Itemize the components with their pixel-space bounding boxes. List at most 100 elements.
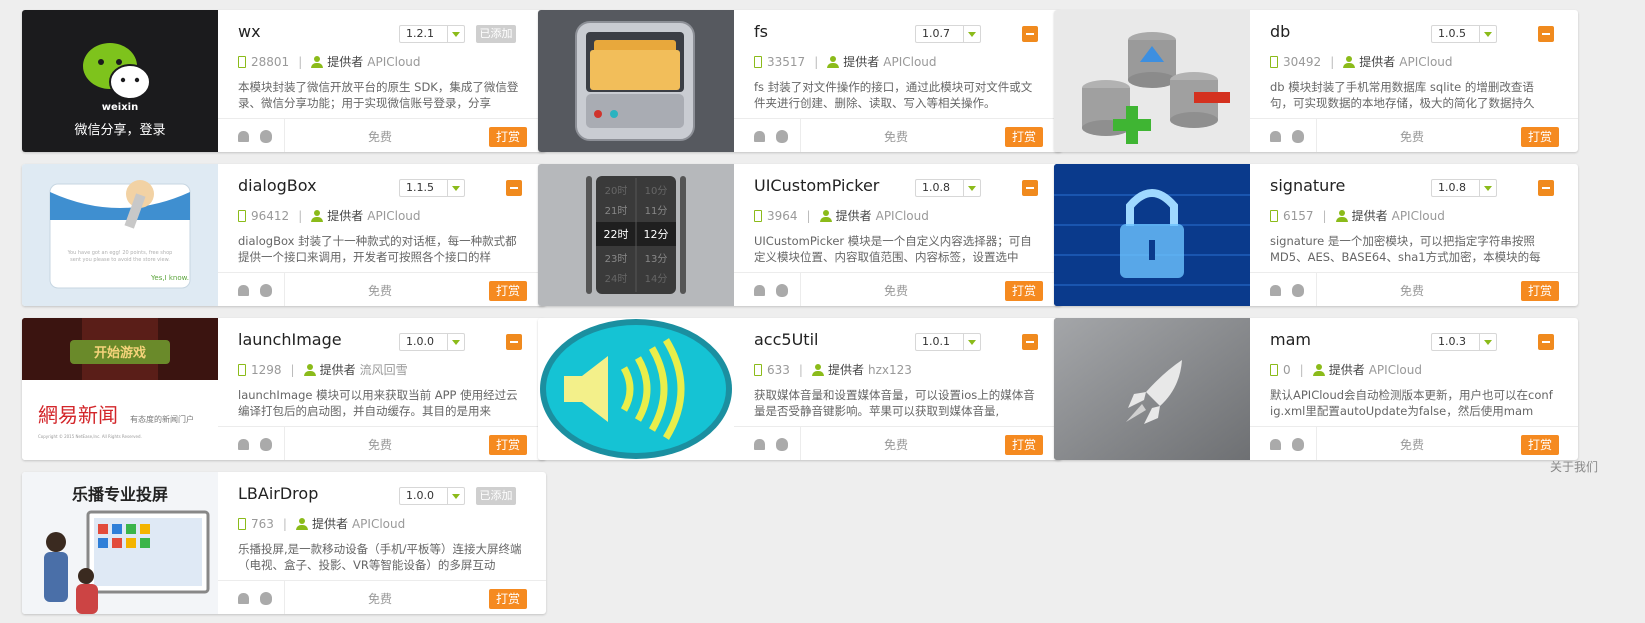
card-footer: 免费 打赏: [218, 272, 546, 306]
module-card[interactable]: weixin 微信分享，登录 wx 1.2.1 已添加 28801 | 提供者 API…: [22, 10, 546, 152]
module-thumbnail[interactable]: [1054, 318, 1250, 460]
download-count: 28801: [251, 54, 290, 69]
module-thumbnail[interactable]: [1054, 164, 1250, 306]
module-card[interactable]: 乐播专业投屏 LBAirDrop 1.0.0 已添加 763 | 提供者 APIClo…: [22, 472, 546, 614]
module-thumbnail[interactable]: 开始游戏 網易新闻 有态度的新闻门户 Copyright © 2015 NetE…: [22, 318, 218, 460]
card-footer: 免费 打赏: [734, 118, 1062, 152]
tip-button[interactable]: 打赏: [1005, 281, 1043, 301]
version-select[interactable]: 1.0.8: [915, 179, 981, 197]
version-select[interactable]: 1.0.8: [1431, 179, 1497, 197]
module-thumbnail[interactable]: 乐播专业投屏: [22, 472, 218, 614]
tip-button[interactable]: 打赏: [1521, 127, 1559, 147]
phone-icon: [1270, 55, 1278, 68]
module-card[interactable]: db 1.0.5 30492 | 提供者 APICloud db 模块封装了手机常用数…: [1054, 10, 1578, 152]
apple-icon: [776, 284, 788, 297]
android-icon: [238, 593, 249, 604]
apple-icon: [1292, 130, 1304, 143]
module-name[interactable]: acc5Util: [754, 330, 818, 349]
module-card[interactable]: 开始游戏 網易新闻 有态度的新闻门户 Copyright © 2015 NetE…: [22, 318, 546, 460]
version-value: 1.0.0: [406, 335, 434, 348]
screen-cast-icon: 乐播专业投屏: [44, 485, 210, 614]
tip-button[interactable]: 打赏: [489, 127, 527, 147]
module-card[interactable]: You have got an egg! 20 points, free sho…: [22, 164, 546, 306]
provider-name: 流风回雪: [359, 363, 408, 377]
tip-button[interactable]: 打赏: [1521, 435, 1559, 455]
module-thumbnail[interactable]: [1054, 10, 1250, 152]
remove-button[interactable]: [1022, 334, 1038, 350]
module-card[interactable]: 20时 10分 21时 11分 22时 12分 23时 13分 24时 14分 …: [538, 164, 1062, 306]
module-card[interactable]: fs 1.0.7 33517 | 提供者 APICloud fs 封装了对文件操作的接…: [538, 10, 1062, 152]
version-select[interactable]: 1.0.3: [1431, 333, 1497, 351]
module-name[interactable]: fs: [754, 22, 768, 41]
module-card[interactable]: mam 1.0.3 0 | 提供者 APICloud 默认APICloud会自动检测版…: [1054, 318, 1578, 460]
version-select[interactable]: 1.0.0: [399, 333, 465, 351]
module-name[interactable]: launchImage: [238, 330, 342, 349]
download-count: 633: [767, 362, 790, 377]
module-name[interactable]: db: [1270, 22, 1290, 41]
provider-name: hzx123: [867, 362, 912, 377]
remove-button[interactable]: [506, 334, 522, 350]
remove-button[interactable]: [1538, 334, 1554, 350]
tip-button[interactable]: 打赏: [1521, 281, 1559, 301]
remove-button[interactable]: [1022, 180, 1038, 196]
user-icon: [811, 363, 824, 376]
tip-button[interactable]: 打赏: [1005, 435, 1043, 455]
picker-value: 22时: [604, 228, 629, 241]
module-name[interactable]: signature: [1270, 176, 1345, 195]
platform-icons: [1250, 427, 1317, 460]
about-us-link[interactable]: 关于我们: [1550, 458, 1598, 475]
picker-value: 10分: [645, 185, 668, 197]
price-label: 免费: [1400, 284, 1425, 298]
price-label: 免费: [368, 438, 393, 452]
module-thumbnail[interactable]: [538, 318, 734, 460]
chevron-down-icon: [447, 26, 464, 42]
module-thumbnail[interactable]: weixin 微信分享，登录: [22, 10, 218, 152]
module-name[interactable]: mam: [1270, 330, 1311, 349]
download-count: 3964: [767, 208, 798, 223]
module-thumbnail[interactable]: [538, 10, 734, 152]
version-value: 1.0.8: [922, 181, 950, 194]
module-stats: 6157 | 提供者 APICloud: [1270, 207, 1445, 224]
tip-button[interactable]: 打赏: [489, 281, 527, 301]
module-name[interactable]: dialogBox: [238, 176, 317, 195]
version-select[interactable]: 1.1.5: [399, 179, 465, 197]
provider-label: 提供者: [319, 363, 356, 377]
version-select[interactable]: 1.0.7: [915, 25, 981, 43]
module-name[interactable]: UICustomPicker: [754, 176, 879, 195]
module-description: fs 封装了对文件操作的接口，通过此模块可对文件或文件夹进行创建、删除、读取、写…: [754, 80, 1033, 110]
module-name[interactable]: LBAirDrop: [238, 484, 318, 503]
tip-button[interactable]: 打赏: [1005, 127, 1043, 147]
remove-button[interactable]: [1538, 26, 1554, 42]
remove-button[interactable]: [506, 180, 522, 196]
user-icon: [819, 209, 832, 222]
version-select[interactable]: 1.0.1: [915, 333, 981, 351]
tip-button[interactable]: 打赏: [489, 589, 527, 609]
version-value: 1.2.1: [406, 27, 434, 40]
user-icon: [1312, 363, 1325, 376]
user-icon: [311, 55, 324, 68]
phone-icon: [238, 55, 246, 68]
picker-value: 21时: [605, 205, 628, 217]
module-thumbnail[interactable]: You have got an egg! 20 points, free sho…: [22, 164, 218, 306]
module-description: launchImage 模块可以用来获取当前 APP 使用经过云编译打包后的启动…: [238, 388, 518, 418]
user-icon: [303, 363, 316, 376]
download-count: 33517: [767, 54, 806, 69]
price-label: 免费: [1400, 130, 1425, 144]
lock-icon: [1054, 164, 1250, 306]
dialog-preview-icon: You have got an egg! 20 points, free sho…: [49, 180, 191, 289]
version-value: 1.0.0: [406, 489, 434, 502]
platform-icons: [734, 273, 801, 306]
tip-button[interactable]: 打赏: [489, 435, 527, 455]
version-select[interactable]: 1.2.1: [399, 25, 465, 43]
module-thumbnail[interactable]: 20时 10分 21时 11分 22时 12分 23时 13分 24时 14分: [538, 164, 734, 306]
module-stats: 763 | 提供者 APICloud: [238, 515, 405, 532]
version-select[interactable]: 1.0.0: [399, 487, 465, 505]
card-footer: 免费 打赏: [1250, 426, 1578, 460]
module-card[interactable]: acc5Util 1.0.1 633 | 提供者 hzx123 获取媒体音量和设置媒体…: [538, 318, 1062, 460]
remove-button[interactable]: [1022, 26, 1038, 42]
module-description: 默认APICloud会自动检测版本更新，用户也可以在config.xml里配置a…: [1270, 388, 1553, 418]
module-card[interactable]: signature 1.0.8 6157 | 提供者 APICloud signatu…: [1054, 164, 1578, 306]
remove-button[interactable]: [1538, 180, 1554, 196]
version-select[interactable]: 1.0.5: [1431, 25, 1497, 43]
module-name[interactable]: wx: [238, 22, 261, 41]
